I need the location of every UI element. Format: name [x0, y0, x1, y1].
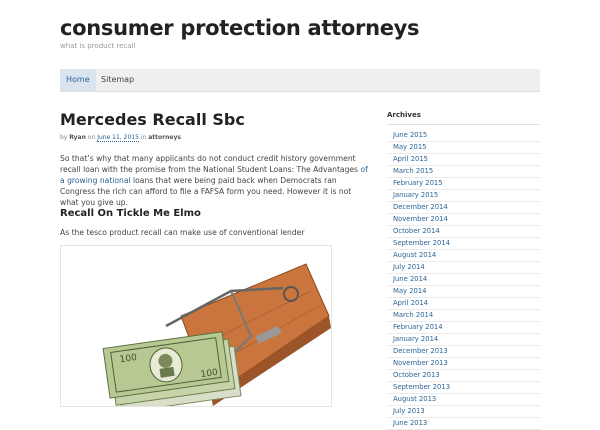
- archive-link[interactable]: September 2014: [387, 238, 540, 250]
- post-author[interactable]: Ryan: [69, 134, 86, 141]
- post-image: 100 100: [60, 245, 332, 407]
- post-date[interactable]: June 11, 2015: [97, 134, 139, 142]
- post-title[interactable]: Mercedes Recall Sbc: [60, 110, 245, 129]
- archive-link[interactable]: September 2013: [387, 382, 540, 394]
- money-mousetrap-illustration: 100 100: [102, 263, 331, 406]
- archive-link[interactable]: July 2014: [387, 262, 540, 274]
- archive-link[interactable]: March 2015: [387, 166, 540, 178]
- nav-home-link[interactable]: Home: [60, 69, 96, 91]
- post-meta: by Ryan on June 11, 2015 in attorneys: [60, 134, 181, 142]
- post-subheading: Recall On Tickle Me Elmo: [60, 208, 201, 219]
- archive-link[interactable]: October 2013: [387, 370, 540, 382]
- archive-link[interactable]: August 2014: [387, 250, 540, 262]
- archive-link[interactable]: March 2014: [387, 310, 540, 322]
- archive-link[interactable]: June 2015: [387, 130, 540, 142]
- site-tagline: what is product recall: [60, 42, 136, 50]
- site-title[interactable]: consumer protection attorneys: [60, 16, 420, 40]
- post-paragraph: So that’s why that many applicants do no…: [60, 153, 372, 208]
- archive-link[interactable]: May 2014: [387, 286, 540, 298]
- archive-link[interactable]: May 2015: [387, 142, 540, 154]
- meta-by: by: [60, 134, 68, 141]
- archive-link[interactable]: June 2014: [387, 274, 540, 286]
- archive-link[interactable]: February 2015: [387, 178, 540, 190]
- archives-list: June 2015 May 2015 April 2015 March 2015 Feb…: [387, 130, 540, 430]
- archive-link[interactable]: December 2014: [387, 202, 540, 214]
- archive-link[interactable]: April 2014: [387, 298, 540, 310]
- archive-link[interactable]: December 2013: [387, 346, 540, 358]
- meta-in: in: [140, 134, 147, 141]
- sidebar-divider: [387, 124, 540, 125]
- sidebar-archives-heading: Archives: [387, 111, 421, 119]
- archive-link[interactable]: January 2015: [387, 190, 540, 202]
- meta-on: on: [87, 134, 96, 141]
- nav-sitemap-link[interactable]: Sitemap: [95, 69, 140, 91]
- archive-link[interactable]: July 2013: [387, 406, 540, 418]
- archive-link[interactable]: October 2014: [387, 226, 540, 238]
- archive-link[interactable]: February 2014: [387, 322, 540, 334]
- para1-text-a: So that’s why that many applicants do no…: [60, 154, 361, 174]
- post-paragraph-2: As the tesco product recall can make use…: [60, 228, 305, 237]
- archive-link[interactable]: August 2013: [387, 394, 540, 406]
- main-navigation: Home Sitemap: [60, 69, 540, 92]
- post-category[interactable]: attorneys: [148, 134, 181, 141]
- archive-link[interactable]: November 2014: [387, 214, 540, 226]
- archive-link[interactable]: November 2013: [387, 358, 540, 370]
- archive-link[interactable]: April 2015: [387, 154, 540, 166]
- archive-link[interactable]: January 2014: [387, 334, 540, 346]
- archive-link[interactable]: June 2013: [387, 418, 540, 430]
